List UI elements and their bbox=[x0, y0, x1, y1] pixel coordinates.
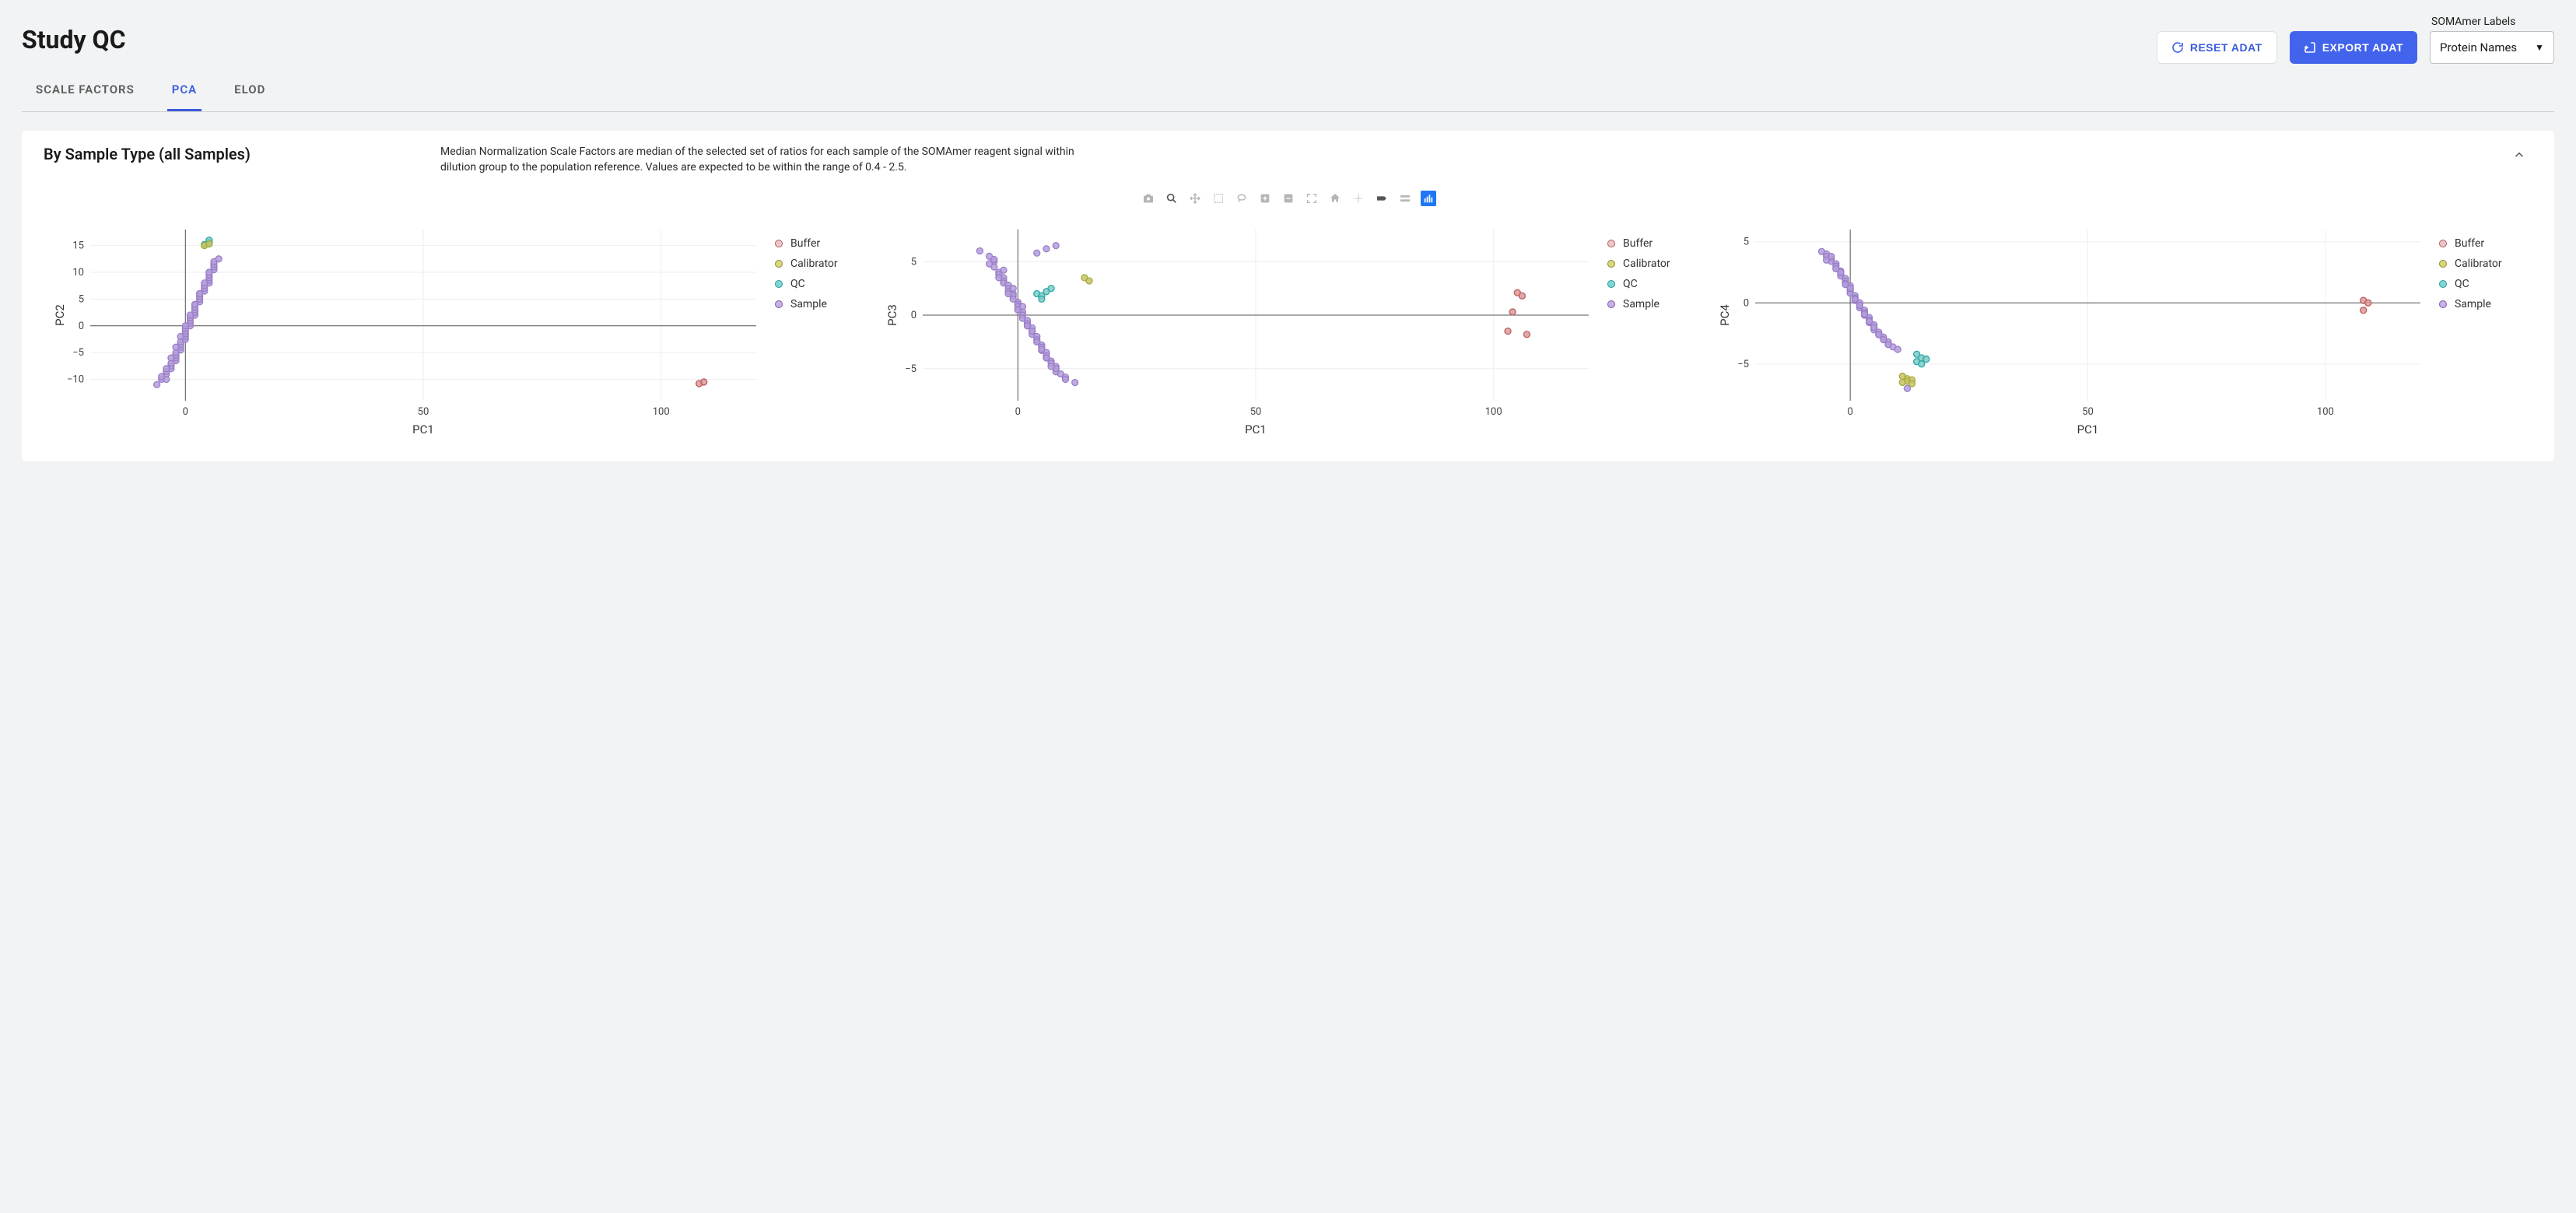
legend-item-qc[interactable]: QC bbox=[775, 278, 860, 290]
panel-description: Median Normalization Scale Factors are m… bbox=[440, 145, 1109, 175]
panel-title: By Sample Type (all Samples) bbox=[44, 145, 409, 163]
svg-text:50: 50 bbox=[2082, 406, 2094, 418]
svg-text:5: 5 bbox=[911, 256, 916, 268]
zoom-out-icon[interactable] bbox=[1281, 191, 1296, 206]
somamer-labels-select[interactable]: Protein Names ▼ bbox=[2430, 31, 2554, 64]
legend-item-qc[interactable]: QC bbox=[2439, 278, 2525, 290]
chart-pc1-pc4[interactable]: 0 50 100 −5 0 5 PC1 PC4 bbox=[1716, 222, 2428, 440]
svg-text:0: 0 bbox=[1015, 406, 1021, 418]
charts-row: 050100−10−5051015PC1PC2 Buffer Calibrato… bbox=[44, 222, 2532, 440]
pan-icon[interactable] bbox=[1187, 191, 1203, 206]
lasso-select-icon[interactable] bbox=[1234, 191, 1249, 206]
tab-elod[interactable]: ELOD bbox=[230, 72, 270, 111]
hover-closest-icon[interactable] bbox=[1374, 191, 1390, 206]
svg-text:PC4: PC4 bbox=[1718, 304, 1732, 326]
export-icon bbox=[2304, 41, 2316, 54]
somamer-labels-caption: SOMAmer Labels bbox=[2430, 16, 2554, 28]
reset-axes-icon[interactable] bbox=[1327, 191, 1343, 206]
collapse-chevron-icon[interactable] bbox=[2506, 145, 2532, 169]
svg-text:−10: −10 bbox=[67, 374, 84, 386]
legend-item-buffer[interactable]: Buffer bbox=[2439, 237, 2525, 250]
spike-lines-icon[interactable] bbox=[1351, 191, 1366, 206]
svg-text:0: 0 bbox=[79, 321, 84, 332]
svg-text:5: 5 bbox=[1744, 237, 1749, 248]
svg-text:0: 0 bbox=[1847, 406, 1852, 418]
legend-item-buffer[interactable]: Buffer bbox=[775, 237, 860, 250]
chevron-down-icon: ▼ bbox=[2535, 42, 2544, 53]
legend-pc1-pc4: Buffer Calibrator QC Sample bbox=[2439, 222, 2525, 440]
camera-icon[interactable] bbox=[1141, 191, 1156, 206]
svg-text:PC2: PC2 bbox=[53, 304, 67, 326]
svg-text:5: 5 bbox=[79, 294, 84, 306]
svg-text:0: 0 bbox=[183, 406, 188, 418]
svg-text:100: 100 bbox=[2317, 406, 2334, 418]
tab-pca[interactable]: PCA bbox=[167, 72, 202, 111]
export-adat-button[interactable]: EXPORT ADAT bbox=[2290, 31, 2417, 64]
svg-text:50: 50 bbox=[418, 406, 429, 418]
legend-item-qc[interactable]: QC bbox=[1607, 278, 1693, 290]
autoscale-icon[interactable] bbox=[1304, 191, 1320, 206]
panel-by-sample-type: By Sample Type (all Samples) Median Norm… bbox=[22, 131, 2554, 461]
legend-item-sample[interactable]: Sample bbox=[1607, 298, 1693, 310]
legend-pc1-pc3: Buffer Calibrator QC Sample bbox=[1607, 222, 1693, 440]
svg-text:15: 15 bbox=[72, 240, 84, 252]
svg-text:PC1: PC1 bbox=[1245, 422, 1267, 436]
svg-text:0: 0 bbox=[1744, 297, 1749, 309]
svg-text:50: 50 bbox=[1250, 406, 1262, 418]
plot-toolbar bbox=[44, 191, 2532, 206]
svg-text:−5: −5 bbox=[1737, 359, 1749, 370]
svg-text:PC1: PC1 bbox=[2077, 422, 2099, 436]
tabs: SCALE FACTORS PCA ELOD bbox=[22, 72, 2554, 112]
svg-text:0: 0 bbox=[911, 310, 916, 321]
svg-text:PC1: PC1 bbox=[412, 422, 434, 436]
box-select-icon[interactable] bbox=[1211, 191, 1226, 206]
zoom-in-icon[interactable] bbox=[1257, 191, 1273, 206]
refresh-icon bbox=[2171, 41, 2184, 54]
svg-text:PC3: PC3 bbox=[885, 304, 899, 326]
svg-text:100: 100 bbox=[653, 406, 670, 418]
plotly-logo-icon[interactable] bbox=[1421, 191, 1436, 206]
legend-item-buffer[interactable]: Buffer bbox=[1607, 237, 1693, 250]
topbar-actions: RESET ADAT EXPORT ADAT SOMAmer Labels Pr… bbox=[2157, 16, 2554, 64]
svg-text:−5: −5 bbox=[72, 347, 84, 359]
legend-item-calibrator[interactable]: Calibrator bbox=[1607, 258, 1693, 270]
somamer-labels-value: Protein Names bbox=[2440, 40, 2517, 54]
legend-item-sample[interactable]: Sample bbox=[2439, 298, 2525, 310]
export-adat-label: EXPORT ADAT bbox=[2322, 41, 2403, 54]
legend-item-calibrator[interactable]: Calibrator bbox=[2439, 258, 2525, 270]
zoom-icon[interactable] bbox=[1164, 191, 1179, 206]
legend-pc1-pc2: Buffer Calibrator QC Sample bbox=[775, 222, 860, 440]
reset-adat-label: RESET ADAT bbox=[2190, 41, 2262, 54]
reset-adat-button[interactable]: RESET ADAT bbox=[2157, 31, 2277, 64]
legend-item-sample[interactable]: Sample bbox=[775, 298, 860, 310]
page-title: Study QC bbox=[22, 16, 126, 54]
svg-text:−5: −5 bbox=[905, 363, 916, 375]
chart-pc1-pc3[interactable]: 0 50 100 −5 0 5 PC1 PC3 bbox=[884, 222, 1596, 440]
chart-pc1-pc2[interactable]: 0 50 100 −10 −5 0 5 10 15 PC1 PC2 bbox=[51, 222, 764, 440]
tab-scale-factors[interactable]: SCALE FACTORS bbox=[31, 72, 139, 111]
svg-text:10: 10 bbox=[72, 267, 84, 279]
hover-compare-icon[interactable] bbox=[1397, 191, 1413, 206]
svg-text:100: 100 bbox=[1485, 406, 1502, 418]
legend-item-calibrator[interactable]: Calibrator bbox=[775, 258, 860, 270]
